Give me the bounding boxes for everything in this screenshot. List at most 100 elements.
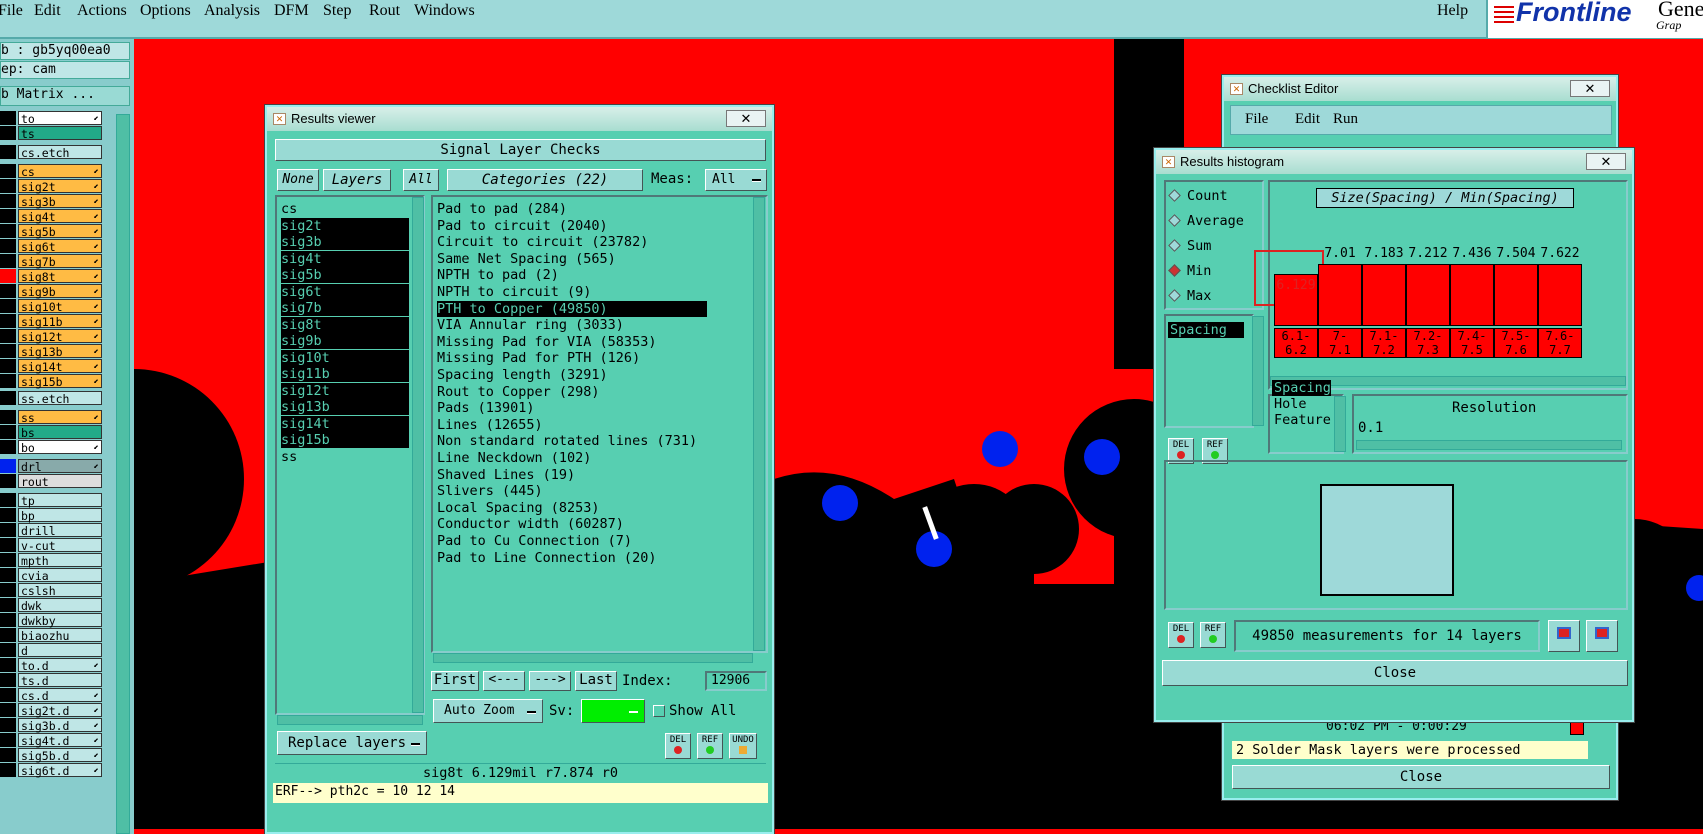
layer-list-item[interactable]: sig11b xyxy=(281,366,409,382)
layer-affected-swatch[interactable] xyxy=(0,224,16,238)
layer-affected-swatch[interactable] xyxy=(0,164,16,178)
layer-affected-swatch[interactable] xyxy=(0,658,16,672)
layer-bp[interactable]: bp xyxy=(18,508,102,523)
layer-list-item[interactable]: sig3b xyxy=(281,234,409,250)
category-list-item[interactable]: Missing Pad for PTH (126) xyxy=(437,350,707,366)
layer-list-item[interactable]: sig15b xyxy=(281,432,409,448)
menu-rout[interactable]: Rout xyxy=(369,2,400,20)
close-icon[interactable]: ✕ xyxy=(726,110,766,127)
layer-list-item[interactable]: ss xyxy=(281,449,409,465)
category-list-item[interactable]: Pads (13901) xyxy=(437,400,707,416)
prev-button[interactable]: <--- xyxy=(483,671,525,691)
layer-sig11b[interactable]: sig11b ⬋ xyxy=(18,314,102,329)
undo-button[interactable]: UNDO xyxy=(729,733,757,759)
layer-list-item[interactable]: sig13b xyxy=(281,399,409,415)
meas-select[interactable]: All xyxy=(705,169,767,191)
layer-affected-swatch[interactable] xyxy=(0,269,16,283)
layer-affected-swatch[interactable] xyxy=(0,493,16,507)
last-button[interactable]: Last xyxy=(575,671,617,691)
category-list-item[interactable]: Same Net Spacing (565) xyxy=(437,251,707,267)
export-right-button[interactable] xyxy=(1586,620,1618,652)
layer-sig5b[interactable]: sig5b ⬋ xyxy=(18,224,102,239)
layer-affected-swatch[interactable] xyxy=(0,673,16,687)
categories-scrollbar[interactable] xyxy=(753,197,765,651)
summary-del-button[interactable]: DEL xyxy=(1168,622,1194,648)
layer-affected-swatch[interactable] xyxy=(0,643,16,657)
attr-item-hole[interactable]: Hole xyxy=(1272,396,1307,412)
categories-button[interactable]: Categories (22) xyxy=(447,169,643,191)
menu-edit[interactable]: Edit xyxy=(34,2,61,20)
mode-radio-average[interactable]: Average xyxy=(1168,213,1244,229)
checklist-titlebar[interactable]: ✕ Checklist Editor ✕ xyxy=(1224,77,1616,101)
layer-affected-swatch[interactable] xyxy=(0,239,16,253)
menu-help[interactable]: Help xyxy=(1437,2,1468,20)
layer-cslsh[interactable]: cslsh xyxy=(18,583,102,598)
category-list-item[interactable]: Pad to Line Connection (20) xyxy=(437,550,707,566)
menu-dfm[interactable]: DFM xyxy=(274,2,309,20)
layer-sig2t.d[interactable]: sig2t.d ⬋ xyxy=(18,703,102,718)
layers-listbox[interactable]: cs sig2t sig3b sig4t sig5b sig6t sig7b sig8t sig… xyxy=(275,195,425,715)
layer-bo[interactable]: bo ⬋ xyxy=(18,440,102,455)
category-list-item[interactable]: Line Neckdown (102) xyxy=(437,450,707,466)
category-list-item[interactable]: Pad to Cu Connection (7) xyxy=(437,533,707,549)
category-list-item[interactable]: Pad to pad (284) xyxy=(437,201,707,217)
measure-scrollbar[interactable] xyxy=(1252,316,1264,426)
checklist-menu-edit[interactable]: Edit xyxy=(1295,111,1320,128)
layer-affected-swatch[interactable] xyxy=(0,688,16,702)
matrix-button[interactable]: b Matrix ... xyxy=(0,86,130,106)
layer-dwkby[interactable]: dwkby xyxy=(18,613,102,628)
layer-cs.etch[interactable]: cs.etch xyxy=(18,145,102,160)
check-set-header[interactable]: Signal Layer Checks xyxy=(275,139,766,161)
layer-affected-swatch[interactable] xyxy=(0,145,16,159)
category-list-item[interactable]: Non standard rotated lines (731) xyxy=(437,433,707,449)
layer-affected-swatch[interactable] xyxy=(0,553,16,567)
all-button[interactable]: All xyxy=(403,169,439,191)
layer-affected-swatch[interactable] xyxy=(0,508,16,522)
layer-sig12t[interactable]: sig12t ⬋ xyxy=(18,329,102,344)
del-button[interactable]: DEL xyxy=(665,733,691,759)
layer-affected-swatch[interactable] xyxy=(0,523,16,537)
layer-sig4t.d[interactable]: sig4t.d ⬋ xyxy=(18,733,102,748)
layer-mpth[interactable]: mpth xyxy=(18,553,102,568)
checklist-menu-file[interactable]: File xyxy=(1245,111,1268,128)
layer-sig6t[interactable]: sig6t ⬋ xyxy=(18,239,102,254)
first-button[interactable]: First xyxy=(431,671,479,691)
layer-affected-swatch[interactable] xyxy=(0,538,16,552)
layer-sig2t[interactable]: sig2t ⬋ xyxy=(18,179,102,194)
layer-affected-swatch[interactable] xyxy=(0,284,16,298)
category-list-item[interactable]: NPTH to circuit (9) xyxy=(437,284,707,300)
attr-item-feature[interactable]: Feature xyxy=(1272,412,1331,428)
layer-list-item[interactable]: sig9b xyxy=(281,333,409,349)
layer-affected-swatch[interactable] xyxy=(0,254,16,268)
layer-cs.d[interactable]: cs.d ⬋ xyxy=(18,688,102,703)
none-button[interactable]: None xyxy=(277,169,319,191)
layer-list-item[interactable]: sig10t xyxy=(281,349,409,366)
layer-drill[interactable]: drill xyxy=(18,523,102,538)
layer-to[interactable]: to ⬋ xyxy=(18,111,102,126)
histogram-bar[interactable] xyxy=(1450,264,1494,326)
layer-list-item[interactable]: sig5b xyxy=(281,267,409,283)
layer-affected-swatch[interactable] xyxy=(0,194,16,208)
layer-sig3b.d[interactable]: sig3b.d ⬋ xyxy=(18,718,102,733)
menu-actions[interactable]: Actions xyxy=(77,2,127,20)
layer-affected-swatch[interactable] xyxy=(0,391,16,405)
layer-tp[interactable]: tp xyxy=(18,493,102,508)
layer-sig15b[interactable]: sig15b ⬋ xyxy=(18,374,102,389)
layer-affected-swatch[interactable] xyxy=(0,598,16,612)
layer-d[interactable]: d xyxy=(18,643,102,658)
layer-affected-swatch[interactable] xyxy=(0,425,16,439)
categories-hscrollbar[interactable] xyxy=(433,653,753,663)
layer-rout[interactable]: rout xyxy=(18,474,102,489)
histogram-bar[interactable] xyxy=(1362,264,1406,326)
measure-item[interactable]: Spacing xyxy=(1168,322,1244,338)
layer-affected-swatch[interactable] xyxy=(0,748,16,762)
menu-step[interactable]: Step xyxy=(323,2,351,20)
category-list-item[interactable]: VIA Annular ring (3033) xyxy=(437,317,707,333)
layer-cvia[interactable]: cvia xyxy=(18,568,102,583)
layer-affected-swatch[interactable] xyxy=(0,179,16,193)
auto-zoom-select[interactable]: Auto Zoom xyxy=(433,699,543,723)
layer-affected-swatch[interactable] xyxy=(0,703,16,717)
resolution-slider[interactable] xyxy=(1356,440,1622,450)
category-list-item[interactable]: Pad to circuit (2040) xyxy=(437,218,707,234)
histogram-bar[interactable] xyxy=(1538,264,1582,326)
